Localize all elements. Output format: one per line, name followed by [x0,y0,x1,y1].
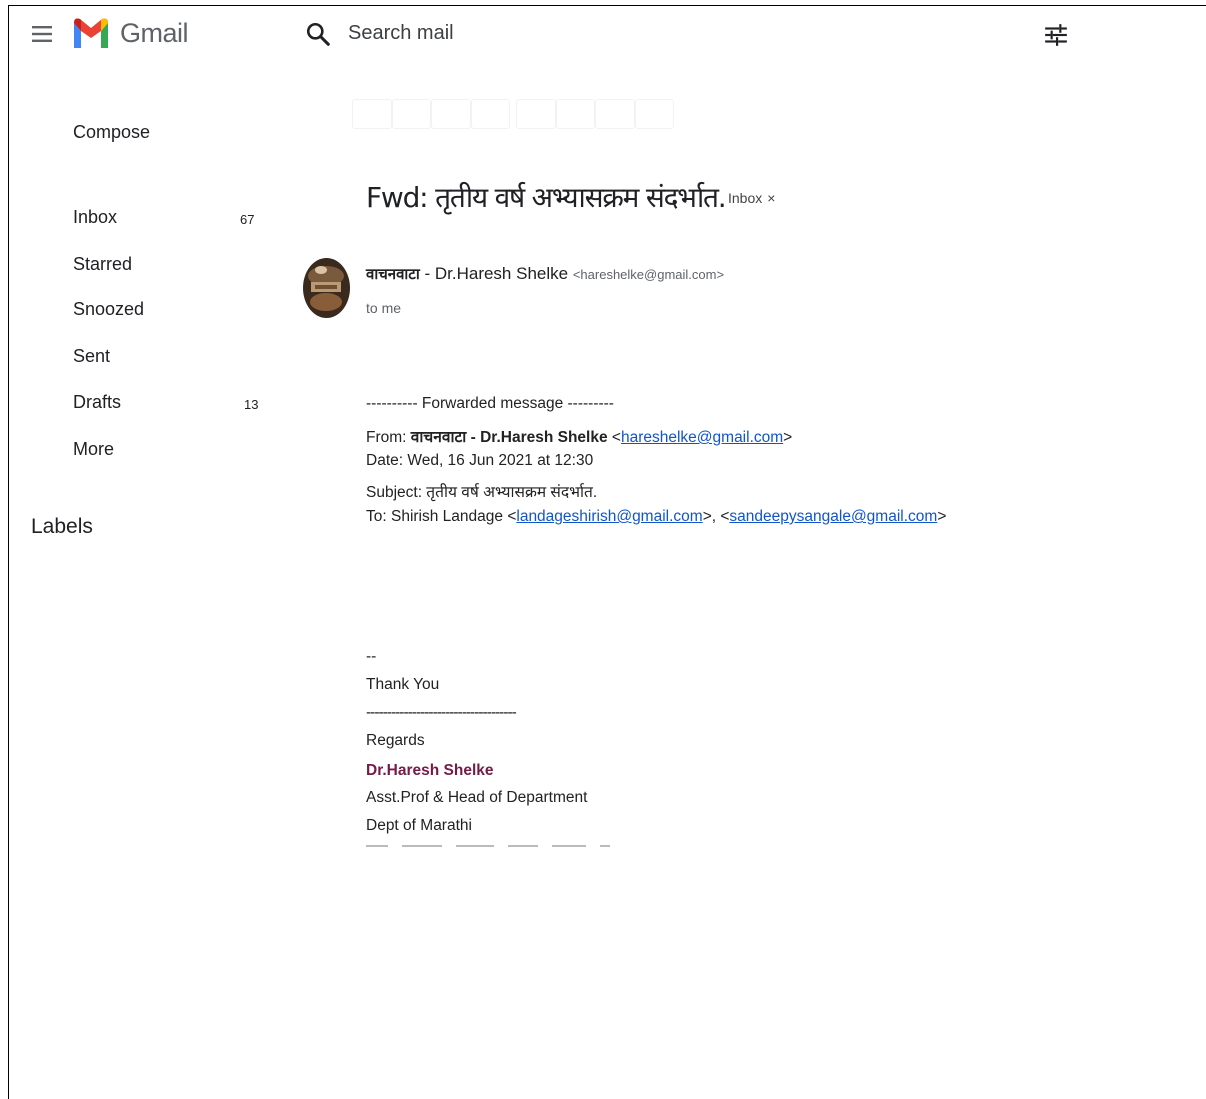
gmail-logo-text[interactable]: Gmail [120,18,189,49]
signature-dept: Dept of Marathi [366,817,472,834]
sender-separator: - [419,264,435,283]
menu-icon[interactable] [30,22,54,46]
labels-heading: Labels [31,515,93,538]
fwd-from-email-link[interactable]: hareshelke@gmail.com [621,429,783,446]
signature-name: Dr.Haresh Shelke [366,762,494,779]
email-subject: Fwd: तृतीय वर्ष अभ्यासक्रम संदर्भात. [366,181,727,214]
sidebar-item-more[interactable]: More [73,439,114,460]
fwd-to-end: > [937,508,947,525]
sender-email: <hareshelke@gmail.com> [572,267,725,282]
search-icon[interactable] [305,21,331,47]
drafts-count: 13 [244,397,259,412]
window-frame [8,5,1206,1099]
fwd-to-email-link[interactable]: landageshirish@gmail.com [516,508,702,525]
signature-rule: ------------------------------------ [366,704,517,721]
toolbar-button[interactable] [595,99,635,129]
sender-person[interactable]: Dr.Haresh Shelke [435,264,568,283]
fwd-from-label: From: [366,429,411,446]
signature-title: Asst.Prof & Head of Department [366,789,588,806]
compose-button[interactable]: Compose [73,122,150,143]
recipient-line[interactable]: to me [366,300,401,316]
chip-close-icon[interactable]: × [767,190,775,206]
sender-name[interactable]: वाचनवाटा [366,265,420,283]
sidebar-item-inbox[interactable]: Inbox [73,207,117,228]
search-input[interactable]: Search mail [348,22,454,45]
sidebar-item-starred[interactable]: Starred [73,254,132,275]
inbox-count: 67 [240,212,255,227]
inbox-label-chip[interactable]: Inbox × [728,190,775,206]
toolbar-button[interactable] [470,99,511,129]
thank-you-text: Thank You [366,676,440,693]
fwd-date-line: Date: Wed, 16 Jun 2021 at 12:30 [366,452,594,469]
sidebar-item-drafts[interactable]: Drafts [73,392,121,413]
gmail-logo-icon[interactable] [72,15,110,51]
fwd-subject-line: Subject: तृतीय वर्ष अभ्यासक्रम संदर्भात. [366,484,598,501]
toolbar-button[interactable] [431,99,471,129]
clipped-text-line [366,845,636,849]
sender-line: वाचनवाटा - Dr.Haresh Shelke <hareshelke@… [366,264,724,284]
toolbar-button[interactable] [634,99,675,129]
inbox-chip-label: Inbox [728,190,763,206]
sidebar-item-sent[interactable]: Sent [73,346,110,367]
fwd-to-line: To: Shirish Landage <landageshirish@gmai… [366,508,946,526]
fwd-to-label: To: Shirish Landage < [366,508,517,525]
toolbar-button[interactable] [515,99,556,129]
fwd-from-name: वाचनवाटा - Dr.Haresh Shelke [410,429,608,446]
forwarded-header: ---------- Forwarded message --------- [366,395,614,412]
toolbar-button[interactable] [352,99,392,129]
fwd-from-line: From: वाचनवाटा - Dr.Haresh Shelke <hares… [366,429,793,446]
sidebar-item-snoozed[interactable]: Snoozed [73,299,144,320]
signature-dash: -- [366,648,377,665]
tune-icon[interactable] [1043,22,1069,48]
toolbar-button[interactable] [391,99,432,129]
regards-text: Regards [366,732,425,749]
sender-avatar[interactable] [303,258,350,318]
toolbar-button[interactable] [555,99,596,129]
fwd-to-email-link[interactable]: sandeepysangale@gmail.com [729,508,937,525]
fwd-to-separator: >, < [702,508,730,525]
message-toolbar [352,99,675,131]
